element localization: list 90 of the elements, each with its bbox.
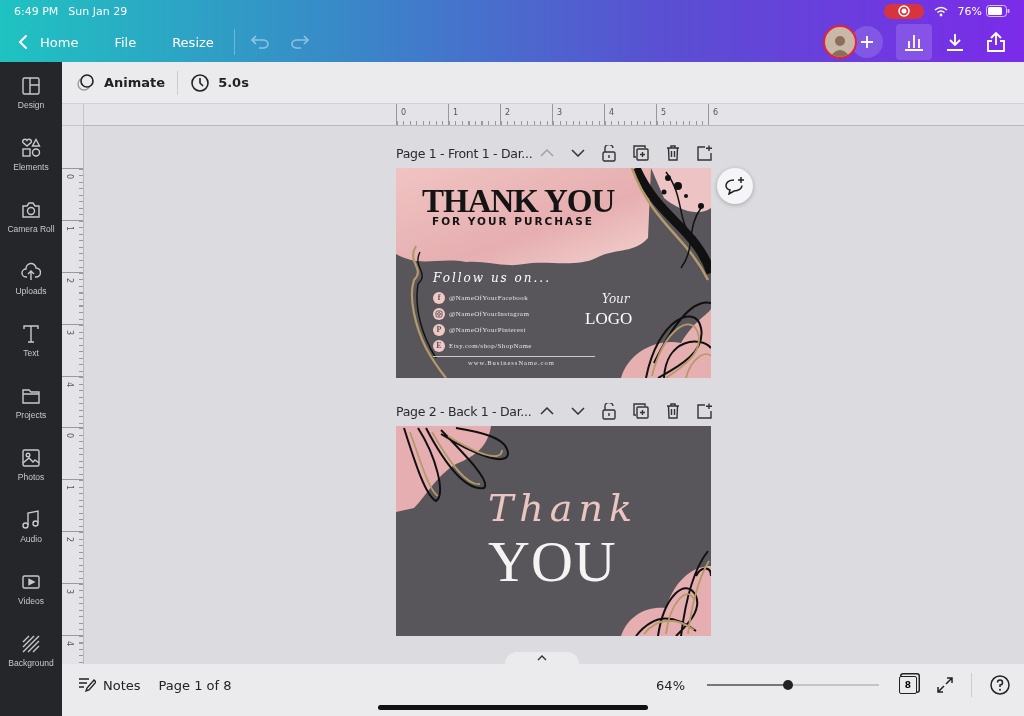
sidebar-item[interactable]: Background [0,634,62,696]
sidebar-item[interactable]: Design [0,76,62,138]
sidebar-item[interactable]: Text [0,324,62,386]
status-time: 6:49 PM [14,4,59,18]
ruler-label: 1 [65,484,75,491]
script-heading: Thank [488,486,638,530]
page-title[interactable]: Page 2 - Back 1 - Dar... [396,403,540,419]
ruler-label: 3 [557,108,563,117]
page-title[interactable]: Page 1 - Front 1 - Dar... [396,145,540,161]
duplicate-icon[interactable] [633,145,649,161]
page-tray-handle[interactable] [505,652,579,664]
ruler-label: 4 [609,108,615,117]
battery-percentage: 76% [957,4,982,18]
notes-button[interactable]: Notes [74,673,145,697]
uploads-tab-icon [21,262,41,282]
follow-us-heading: Follow us on... [433,271,551,285]
sidebar-item[interactable]: Uploads [0,262,62,324]
photos-tab-icon [21,448,41,468]
insights-button[interactable] [896,24,932,60]
background-tab-icon [21,634,41,654]
videos-tab-icon [21,572,41,592]
sidebar-item[interactable]: Audio [0,510,62,572]
add-page-icon[interactable] [697,403,713,419]
move-up-icon[interactable] [540,407,554,415]
ruler-label: 2 [505,108,511,117]
ruler-label: 5 [661,108,667,117]
sidebar-item[interactable]: Videos [0,572,62,634]
avatar[interactable] [823,25,857,59]
camera-tab-icon [21,200,41,220]
social-badge: E [433,339,445,352]
logo-script-text: Your [602,292,630,306]
add-comment-icon [725,177,745,195]
ruler-label: 0 [65,432,75,439]
animate-button[interactable]: Animate [72,68,170,97]
sidebar-item[interactable]: Elements [0,138,62,200]
audio-tab-icon [21,510,41,530]
add-page-icon[interactable] [697,145,713,161]
help-icon[interactable] [990,675,1010,695]
text-tab-icon [21,324,41,344]
fullscreen-icon[interactable] [937,677,953,693]
sidebar-item[interactable]: Camera Roll [0,200,62,262]
ruler-label: 3 [65,329,75,336]
wifi-icon [933,5,948,17]
notes-pencil-icon [78,677,96,693]
sidebar-item[interactable]: Photos [0,448,62,510]
card-headline: YOU [488,528,617,595]
design-tab-icon [21,76,41,96]
trash-icon[interactable] [666,403,680,419]
share-icon [987,32,1005,52]
duration-button[interactable]: 5.0s [186,68,253,97]
move-down-icon[interactable] [571,149,585,157]
ruler-label: 4 [65,640,75,647]
design-page[interactable]: Thank YOU [396,426,711,636]
page-indicator: Page 1 of 8 [158,677,232,693]
ruler-label: 1 [65,225,75,232]
add-comment-button[interactable] [717,168,753,204]
screen-recording-indicator [883,3,924,19]
card-subheadline: FOR YOUR PURCHASE [432,215,594,227]
status-date: Sun Jan 29 [68,4,128,18]
zoom-percentage: 64% [656,677,685,693]
ruler-label: 2 [65,536,75,543]
elements-tab-icon [21,138,41,158]
ruler-label: 1 [453,108,459,117]
camera-badge-icon [433,307,445,320]
page-grid-button[interactable]: 8 [899,676,917,694]
lock-icon[interactable] [602,402,616,420]
sidebar-item[interactable]: Projects [0,386,62,448]
projects-tab-icon [21,386,41,406]
social-badge: P [433,323,445,336]
lock-icon[interactable] [602,144,616,162]
ruler-label: 6 [713,108,719,117]
duplicate-icon[interactable] [633,403,649,419]
ruler-label: 4 [65,381,75,388]
trash-icon[interactable] [666,145,680,161]
social-badge: f [433,291,445,304]
zoom-slider-thumb[interactable] [782,680,793,690]
plus-icon [860,35,874,49]
overlapping-circles-icon [76,72,96,93]
back-chevron-icon [18,35,28,49]
bar-chart-icon [904,33,924,51]
caret-icon [537,655,547,661]
download-icon [946,33,964,51]
ruler-label: 3 [65,588,75,595]
ruler-label: 0 [401,108,407,117]
battery-icon [986,5,1010,17]
move-down-icon[interactable] [571,407,585,415]
clock-icon [190,72,211,93]
ruler-label: 0 [65,173,75,180]
ruler-label: 2 [65,277,75,284]
logo-text: LOGO [585,309,633,329]
